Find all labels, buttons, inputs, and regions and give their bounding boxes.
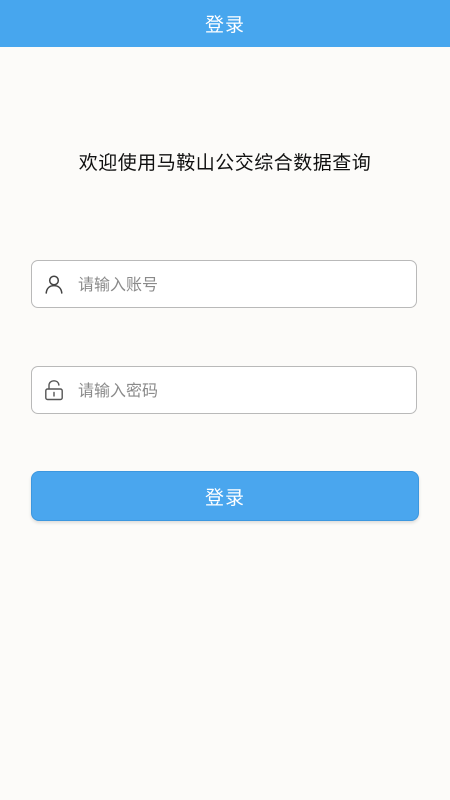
password-input[interactable] [78,380,378,400]
lock-icon [43,379,65,401]
user-icon [43,273,65,295]
login-button[interactable]: 登录 [31,471,419,521]
account-field[interactable] [31,260,417,308]
app-header: 登录 [0,0,450,47]
welcome-message: 欢迎使用马鞍山公交综合数据查询 [78,152,372,174]
password-field[interactable] [31,366,417,414]
page-title: 登录 [204,14,245,36]
account-input[interactable] [78,274,378,294]
